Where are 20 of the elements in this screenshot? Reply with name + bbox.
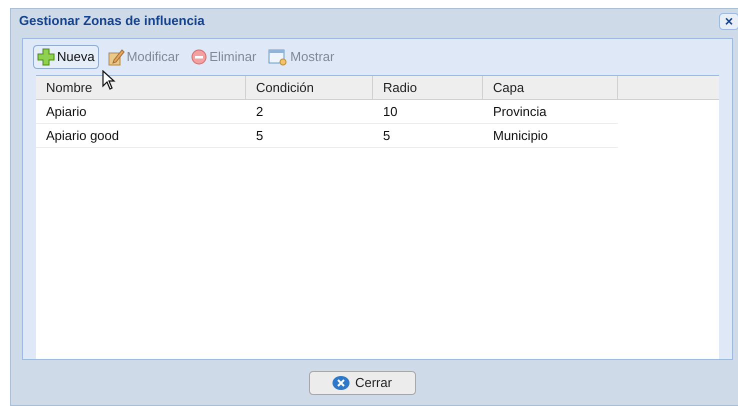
column-header[interactable]: Radio (373, 76, 483, 99)
table-cell-text: Municipio (492, 126, 549, 145)
table-cell-text: 2 (255, 102, 264, 121)
close-circle-icon (332, 374, 350, 390)
close-dialog-button[interactable]: Cerrar (308, 370, 416, 394)
pencil-icon (106, 48, 125, 66)
column-header[interactable]: Capa (483, 76, 618, 99)
table-cell-text: Provincia (492, 102, 548, 121)
close-button[interactable]: × (719, 12, 738, 30)
plus-icon (37, 48, 55, 66)
window-title: Gestionar Zonas de influencia (19, 12, 205, 30)
minus-circle-icon (191, 49, 208, 65)
table-cell-text: 5 (382, 126, 392, 145)
table-cell-text: 10 (382, 102, 398, 121)
window-magnifier-icon (268, 48, 288, 66)
table-cell-text: Apiario (45, 102, 88, 121)
table-cell-text: Apiario good (45, 126, 120, 145)
toolbar-button[interactable]: Nueva (33, 45, 99, 69)
column-header[interactable]: Condición (246, 76, 373, 99)
table-cell-text: 5 (255, 126, 264, 145)
